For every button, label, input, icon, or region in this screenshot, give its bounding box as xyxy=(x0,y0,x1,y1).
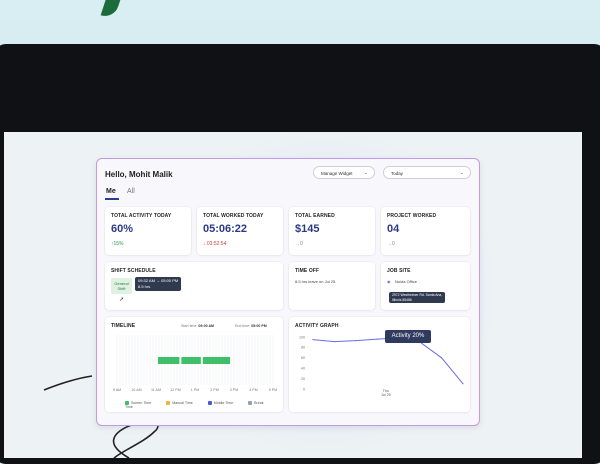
timeline-tick-label: 10 AM xyxy=(131,388,141,392)
laptop-frame: Hello, Mohit Malik Manage Widget ⌄ Today… xyxy=(0,44,600,464)
job-site-card[interactable]: JOB SITE ◉ Noida Office 2972 Westheimer … xyxy=(381,262,470,310)
screen-time-segment xyxy=(181,357,201,364)
shift-schedule-card[interactable]: SHIFT SCHEDULE General Shift 09:32 AM → … xyxy=(105,262,283,310)
legend-label: Mobile Time xyxy=(213,401,234,405)
timeline-tick-label: 5 PM xyxy=(269,388,277,392)
card-title: PROJECT WORKED xyxy=(387,213,437,219)
project-worked-card[interactable]: PROJECT WORKED 04 →0 xyxy=(381,207,470,255)
manage-widget-dropdown[interactable]: Manage Widget ⌄ xyxy=(313,166,375,179)
greeting-title: Hello, Mohit Malik xyxy=(105,170,173,179)
card-value: 04 xyxy=(387,223,400,235)
x-label-date: Jul 25 xyxy=(381,393,391,397)
y-tick-label: 80 xyxy=(301,346,305,350)
activity-point xyxy=(462,383,464,385)
tab-all[interactable]: All xyxy=(127,188,135,195)
legend-manual-time: Manual Time xyxy=(166,401,200,406)
card-value: $145 xyxy=(295,223,320,235)
screen-time-segment xyxy=(202,357,231,364)
y-tick-label: 60 xyxy=(301,356,305,360)
timeline-card[interactable]: TIMELINE Start time: 09:00 AM End time: … xyxy=(105,317,283,412)
card-delta: ↑15% xyxy=(111,241,124,247)
legend-mobile-time: Mobile Time xyxy=(207,401,240,406)
shift-badge: General Shift xyxy=(111,278,132,294)
activity-point xyxy=(440,357,443,359)
card-title: TOTAL EARNED xyxy=(295,213,335,219)
dashboard-panel: Hello, Mohit Malik Manage Widget ⌄ Today… xyxy=(96,158,480,426)
timeline-tick-label: 3 PM xyxy=(230,388,238,392)
legend-label: Manual Time xyxy=(172,401,193,405)
y-tick-label: 20 xyxy=(301,377,305,381)
address-line1: 2972 Westheimer Rd. Santa Ana, xyxy=(392,293,443,297)
y-tick-label: 0 xyxy=(303,387,305,391)
location-pin-icon: ◉ xyxy=(387,279,391,284)
timeline-tick-label: 12 PM xyxy=(170,388,180,392)
activity-tooltip: Activity 20% xyxy=(385,330,431,343)
card-delta: →0 xyxy=(295,241,303,247)
activity-line xyxy=(312,337,464,385)
card-title: SHIFT SCHEDULE xyxy=(111,268,156,274)
shift-tooltip: 09:32 AM → 05:00 PM 8.5 hrs xyxy=(135,277,182,291)
cursor-icon: ➚ xyxy=(119,297,125,303)
screen-time-segment xyxy=(157,357,180,364)
total-worked-card[interactable]: TOTAL WORKED TODAY 05:06:22 ↓ 03:52:54 xyxy=(197,207,283,255)
chevron-down-icon: ⌄ xyxy=(363,170,368,176)
laptop-screen: Hello, Mohit Malik Manage Widget ⌄ Today… xyxy=(4,132,582,458)
activity-x-label: Thu Jul 25 xyxy=(381,389,391,397)
period-dropdown[interactable]: Today ⌄ xyxy=(383,166,471,179)
time-off-text: 8.5 hrs leave on Jul 25. xyxy=(295,279,337,284)
card-title: TIME OFF xyxy=(295,268,320,274)
timeline-chart: 9 AM 10 AM 11 AM 12 PM 1 PM 2 PM 3 PM 4 PM 5 PM xyxy=(113,335,277,392)
card-title: TOTAL WORKED TODAY xyxy=(203,213,264,219)
total-earned-card[interactable]: TOTAL EARNED $145 →0 xyxy=(289,207,375,255)
legend-swatch xyxy=(166,401,171,406)
job-site-location: Noida Office xyxy=(395,279,417,284)
active-tab-indicator xyxy=(105,198,119,200)
activity-point xyxy=(312,339,314,341)
card-value: 60% xyxy=(111,223,134,235)
chevron-down-icon: ⌄ xyxy=(459,170,464,176)
shift-tooltip-hours: 8.5 hrs xyxy=(138,284,151,289)
tab-me[interactable]: Me xyxy=(106,188,116,195)
y-tick-label: 100 xyxy=(299,335,305,339)
timeline-tick-label: 1 PM xyxy=(191,388,199,392)
timeline-tick-label: 9 AM xyxy=(113,388,121,392)
manage-widget-label: Manage Widget xyxy=(321,171,353,176)
card-title: TOTAL ACTIVITY TODAY xyxy=(111,213,172,219)
timeline-tick-label: 4 PM xyxy=(249,388,257,392)
activity-point xyxy=(376,338,378,340)
card-title: JOB SITE xyxy=(387,268,411,274)
address-line2: Illinois 85486 xyxy=(392,297,412,302)
card-delta: ↓ 03:52:54 xyxy=(203,241,227,247)
card-value: 05:06:22 xyxy=(203,223,248,235)
shift-badge-line2: Shift xyxy=(117,286,126,291)
y-tick-label: 40 xyxy=(301,367,305,371)
card-delta: →0 xyxy=(387,241,395,247)
legend-swatch xyxy=(207,401,212,406)
activity-graph-card[interactable]: ACTIVITY GRAPH 100 80 60 40 20 0 Activity 20%… xyxy=(289,317,470,412)
activity-point xyxy=(333,341,336,343)
timeline-tick-label: 11 AM xyxy=(151,388,161,392)
timeline-tick-label: 2 PM xyxy=(210,388,218,392)
activity-point xyxy=(355,340,357,342)
activity-chart: 100 80 60 40 20 0 xyxy=(299,335,464,391)
legend-swatch xyxy=(248,401,253,406)
job-site-address-tooltip: 2972 Westheimer Rd. Santa Ana, Illinois … xyxy=(389,292,446,304)
timeline-legend: Screen Time Manual Time Mobile Time Brea… xyxy=(125,401,283,409)
total-activity-card[interactable]: TOTAL ACTIVITY TODAY 60% ↑15% xyxy=(105,207,191,255)
plant-leaf xyxy=(100,0,122,20)
period-label: Today xyxy=(391,171,404,176)
time-off-card[interactable]: TIME OFF 8.5 hrs leave on Jul 25. xyxy=(289,262,375,310)
